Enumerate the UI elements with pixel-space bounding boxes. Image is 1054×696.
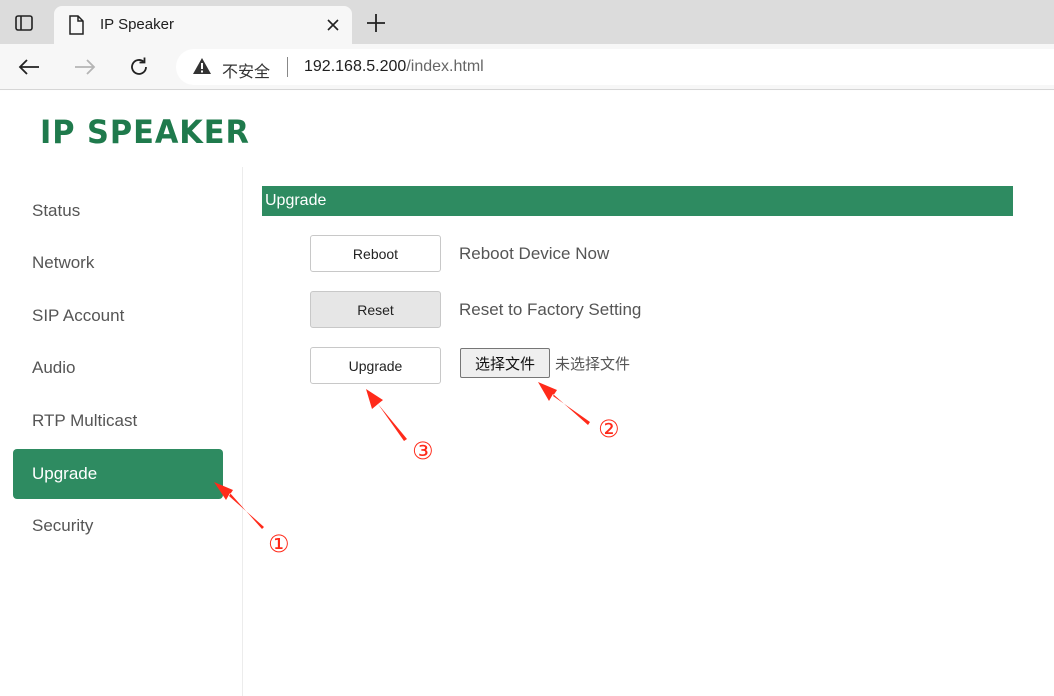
annotation-marker-3: ③ (412, 437, 434, 465)
annotation-marker-1: ① (268, 530, 290, 558)
sidebar-item-audio[interactable]: Audio (13, 343, 223, 393)
url-host: 192.168.5.200 (304, 58, 407, 75)
reload-icon[interactable] (125, 53, 153, 81)
sidebar-item-network[interactable]: Network (13, 238, 223, 288)
browser-toolbar: 不安全 192.168.5.200/index.html (0, 44, 1054, 90)
choose-file-button[interactable]: 选择文件 (460, 348, 550, 378)
new-tab-plus-icon[interactable] (362, 10, 390, 36)
tab-actions-icon[interactable] (10, 10, 38, 36)
file-status-text: 未选择文件 (555, 356, 631, 373)
sidebar-item-rtp-multicast[interactable]: RTP Multicast (13, 396, 223, 446)
warning-icon[interactable] (192, 57, 212, 80)
close-icon[interactable] (322, 14, 344, 36)
upgrade-button[interactable]: Upgrade (310, 347, 441, 384)
page-header: IP SPEAKER (0, 91, 1054, 167)
reboot-description: Reboot Device Now (459, 244, 610, 263)
sidebar-item-upgrade[interactable]: Upgrade (13, 449, 223, 499)
section-title: Upgrade (262, 186, 1013, 216)
reboot-button[interactable]: Reboot (310, 235, 441, 272)
sidebar-item-sip-account[interactable]: SIP Account (13, 291, 223, 341)
annotation-marker-2: ② (598, 415, 620, 443)
tab-title: IP Speaker (100, 16, 174, 33)
main-content: Upgrade Reboot Reboot Device Now Reset R… (243, 167, 1054, 696)
sidebar: Status Network SIP Account Audio RTP Mul… (0, 167, 243, 696)
not-secure-label[interactable]: 不安全 (222, 58, 270, 82)
address-bar[interactable]: 不安全 192.168.5.200/index.html (176, 49, 1054, 85)
sidebar-item-status[interactable]: Status (13, 186, 223, 236)
url-path: /index.html (406, 58, 484, 75)
url-text[interactable]: 192.168.5.200/index.html (304, 58, 484, 76)
reset-button[interactable]: Reset (310, 291, 441, 328)
address-divider (287, 57, 288, 77)
page-icon (68, 15, 84, 40)
reset-description: Reset to Factory Setting (459, 300, 642, 319)
browser-tab[interactable]: IP Speaker (54, 6, 352, 44)
browser-tab-bar: IP Speaker (0, 0, 1054, 44)
forward-arrow-icon[interactable] (71, 53, 99, 81)
back-arrow-icon[interactable] (15, 53, 43, 81)
sidebar-item-security[interactable]: Security (13, 501, 223, 551)
logo: IP SPEAKER (40, 113, 250, 151)
